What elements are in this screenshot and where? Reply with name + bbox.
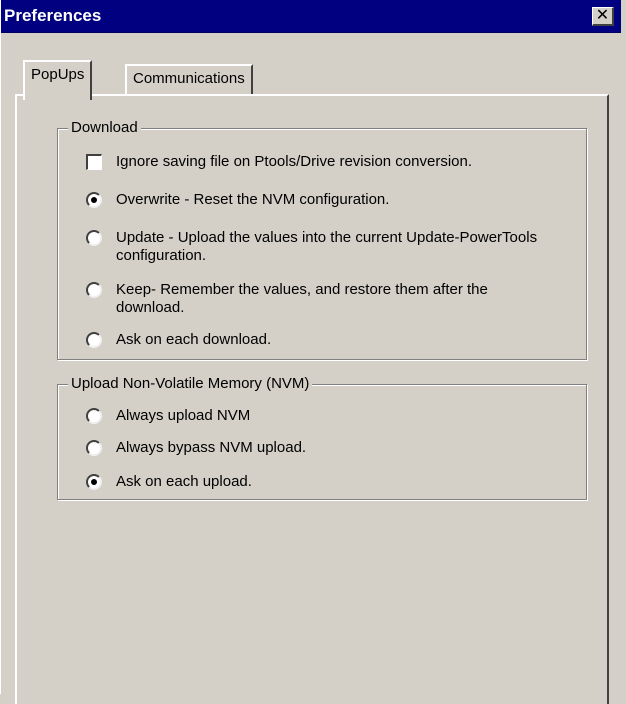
radio-ask-download-label: Ask on each download. (116, 331, 272, 348)
radio-overwrite-label: Overwrite - Reset the NVM configuration. (116, 191, 390, 208)
radio-ask-upload-button[interactable] (86, 474, 102, 490)
download-legend: Download (68, 119, 141, 137)
radio-always-bypass-label: Always bypass NVM upload. (116, 439, 307, 456)
close-icon: ✕ (595, 7, 610, 24)
radio-always-upload-label: Always upload NVM (116, 407, 251, 424)
radio-keep-label: Keep- Remember the values, and restore t… (116, 281, 488, 316)
tab-popups[interactable]: PopUps (23, 60, 93, 100)
download-group: Download Ignore saving file on Ptools/Dr… (57, 119, 587, 360)
close-button[interactable]: ✕ (592, 7, 614, 26)
tab-communications-label: Communications (133, 70, 245, 87)
radio-update[interactable]: Update - Upload the values into the curr… (86, 229, 576, 267)
radio-ask-download-button[interactable] (86, 332, 102, 348)
tab-communications[interactable]: Communications (125, 64, 253, 95)
radio-keep-button[interactable] (86, 282, 102, 298)
radio-overwrite[interactable]: Overwrite - Reset the NVM configuration. (86, 191, 576, 211)
radio-ask-upload-label: Ask on each upload. (116, 473, 252, 490)
ignore-saving-checkbox-box[interactable] (86, 154, 102, 170)
radio-always-upload-button[interactable] (86, 408, 102, 424)
radio-update-button[interactable] (86, 230, 102, 246)
title-bar[interactable]: Preferences ✕ (1, 0, 621, 33)
radio-always-bypass[interactable]: Always bypass NVM upload. (86, 439, 576, 459)
radio-ask-download[interactable]: Ask on each download. (86, 331, 576, 351)
upload-nvm-legend: Upload Non-Volatile Memory (NVM) (68, 375, 313, 393)
ignore-saving-checkbox[interactable]: Ignore saving file on Ptools/Drive revis… (86, 153, 576, 173)
tab-page-popups: Download Ignore saving file on Ptools/Dr… (15, 94, 609, 704)
window-title: Preferences (4, 6, 102, 25)
radio-overwrite-button[interactable] (86, 192, 102, 208)
radio-keep[interactable]: Keep- Remember the values, and restore t… (86, 281, 576, 319)
preferences-dialog: Preferences ✕ PopUps Communications Down… (0, 0, 625, 704)
radio-always-upload[interactable]: Always upload NVM (86, 407, 576, 427)
radio-ask-upload[interactable]: Ask on each upload. (86, 473, 576, 493)
tab-popups-label: PopUps (31, 66, 85, 83)
ignore-saving-label: Ignore saving file on Ptools/Drive revis… (116, 153, 473, 170)
upload-nvm-group: Upload Non-Volatile Memory (NVM) Always … (57, 375, 587, 500)
radio-always-bypass-button[interactable] (86, 440, 102, 456)
radio-update-label: Update - Upload the values into the curr… (116, 229, 538, 264)
